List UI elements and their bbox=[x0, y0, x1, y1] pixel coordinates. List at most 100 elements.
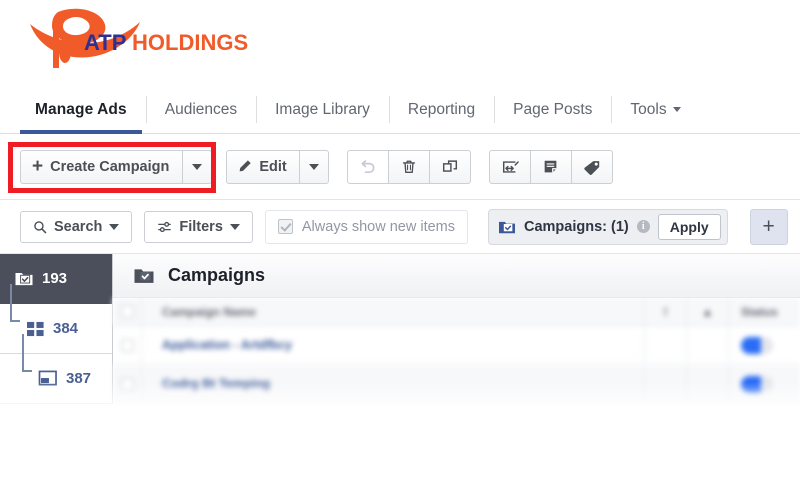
undo-icon bbox=[361, 160, 375, 174]
main-body: 193 384 387 Campaigns Campaign Name ! ▲ … bbox=[0, 254, 800, 500]
filters-button[interactable]: Filters bbox=[144, 210, 253, 243]
search-icon bbox=[34, 220, 47, 233]
column-error-icon: ! bbox=[644, 298, 686, 325]
row-campaign-name-cell[interactable]: Codrg Bt Temping bbox=[141, 365, 644, 403]
sidebar-item-adsets[interactable]: 384 bbox=[0, 284, 112, 354]
campaigns-panel-header: Campaigns bbox=[113, 254, 800, 298]
duplicate-icon bbox=[442, 159, 457, 172]
tab-image-library[interactable]: Image Library bbox=[256, 86, 389, 133]
warning-icon: ! bbox=[663, 304, 668, 319]
ads-manager-screenshot: ATP HOLDINGS Manage Ads Audiences Image … bbox=[0, 0, 800, 500]
column-delivery-icon: ▲ bbox=[686, 298, 728, 325]
edit-button[interactable]: Edit bbox=[226, 149, 300, 184]
campaigns-panel: Campaigns Campaign Name ! ▲ Status Appli… bbox=[113, 254, 800, 409]
tab-label: Manage Ads bbox=[35, 100, 127, 118]
alert-icon: ▲ bbox=[701, 304, 714, 319]
info-icon[interactable]: i bbox=[636, 220, 650, 233]
edit-group: Edit bbox=[226, 149, 329, 184]
export-icon bbox=[502, 160, 519, 173]
sidebar-count-adsets: 384 bbox=[53, 320, 79, 337]
chevron-down-icon bbox=[308, 163, 319, 170]
tab-audiences[interactable]: Audiences bbox=[145, 86, 256, 133]
tab-reporting[interactable]: Reporting bbox=[388, 86, 494, 133]
export-button[interactable] bbox=[488, 149, 531, 184]
sidebar-item-ads[interactable]: 387 bbox=[0, 334, 112, 404]
edit-label: Edit bbox=[259, 158, 287, 175]
ad-screen-icon bbox=[38, 370, 57, 386]
row-error-cell bbox=[644, 365, 686, 403]
notes-button[interactable] bbox=[529, 149, 572, 184]
checkbox-icon[interactable] bbox=[120, 338, 134, 352]
tag-icon bbox=[584, 160, 599, 175]
tab-tools[interactable]: Tools bbox=[611, 86, 699, 133]
search-label: Search bbox=[54, 218, 103, 235]
campaign-folder-icon bbox=[499, 221, 515, 233]
main-nav-tabs: Manage Ads Audiences Image Library Repor… bbox=[0, 86, 800, 134]
chevron-down-icon bbox=[672, 107, 681, 112]
brand-name-secondary: HOLDINGS bbox=[132, 30, 248, 55]
always-show-label: Always show new items bbox=[301, 218, 455, 235]
tree-connector bbox=[22, 334, 32, 372]
row-action-group bbox=[346, 149, 471, 184]
trash-icon bbox=[402, 160, 415, 173]
row-delivery-cell bbox=[686, 365, 728, 403]
row-campaign-name-cell[interactable]: Application - Artdfbcy bbox=[141, 326, 644, 364]
brand-logo: ATP HOLDINGS bbox=[0, 0, 260, 86]
search-button[interactable]: Search bbox=[20, 210, 133, 243]
select-all-checkbox-cell[interactable] bbox=[113, 305, 141, 318]
pencil-icon bbox=[240, 160, 252, 172]
tab-label: Tools bbox=[630, 100, 667, 118]
row-delivery-cell bbox=[686, 326, 728, 364]
tools-action-group bbox=[488, 149, 613, 184]
tab-page-posts[interactable]: Page Posts bbox=[494, 86, 611, 133]
table-row[interactable]: Application - Artdfbcy bbox=[113, 326, 800, 365]
brand-wordmark: ATP HOLDINGS bbox=[84, 30, 248, 55]
plus-icon: + bbox=[32, 156, 44, 177]
create-campaign-button[interactable]: + Create Campaign bbox=[20, 149, 184, 184]
tab-label: Page Posts bbox=[513, 100, 593, 118]
sidebar-count-campaigns: 193 bbox=[42, 270, 68, 287]
create-campaign-dropdown-button[interactable] bbox=[182, 149, 213, 184]
checkbox-icon[interactable] bbox=[120, 305, 134, 318]
add-filter-button[interactable]: + bbox=[749, 208, 788, 245]
delete-button[interactable] bbox=[387, 149, 430, 184]
tab-label: Image Library bbox=[275, 100, 370, 118]
table-row[interactable]: Codrg Bt Temping bbox=[113, 365, 800, 404]
always-show-new-items-toggle[interactable]: Always show new items bbox=[264, 209, 468, 244]
row-status-cell[interactable] bbox=[728, 365, 800, 403]
create-campaign-label: Create Campaign bbox=[50, 158, 170, 175]
campaigns-table: Campaign Name ! ▲ Status Application - A… bbox=[113, 298, 800, 404]
sliders-icon bbox=[158, 221, 172, 232]
chevron-down-icon bbox=[229, 223, 240, 230]
brand-name-primary: ATP bbox=[84, 30, 126, 55]
column-campaign-name[interactable]: Campaign Name bbox=[141, 298, 644, 325]
column-status[interactable]: Status bbox=[728, 298, 800, 325]
tag-button[interactable] bbox=[570, 149, 613, 184]
page-title: Campaigns bbox=[168, 265, 266, 285]
tab-label: Audiences bbox=[164, 100, 238, 118]
tab-label: Reporting bbox=[407, 100, 476, 118]
tab-manage-ads[interactable]: Manage Ads bbox=[16, 86, 146, 134]
notes-icon bbox=[544, 160, 557, 172]
filters-label: Filters bbox=[179, 218, 223, 235]
apply-button[interactable]: Apply bbox=[657, 213, 721, 240]
campaigns-filter-label: Campaigns: (1) bbox=[524, 218, 629, 235]
action-toolbar: + Create Campaign Edit bbox=[0, 134, 800, 200]
row-checkbox-cell[interactable] bbox=[113, 377, 141, 391]
create-campaign-group: + Create Campaign bbox=[20, 149, 213, 184]
checkbox-icon[interactable] bbox=[120, 377, 134, 391]
edit-dropdown-button[interactable] bbox=[298, 149, 329, 184]
row-error-cell bbox=[644, 326, 686, 364]
undo-button[interactable] bbox=[346, 149, 389, 184]
duplicate-button[interactable] bbox=[428, 149, 471, 184]
filter-toolbar: Search Filters Always show new items Cam… bbox=[0, 200, 800, 254]
status-toggle[interactable] bbox=[741, 375, 773, 393]
object-tree-sidebar: 193 384 387 bbox=[0, 254, 113, 404]
status-toggle[interactable] bbox=[741, 336, 773, 354]
tree-connector bbox=[10, 284, 20, 322]
table-header-row: Campaign Name ! ▲ Status bbox=[113, 298, 800, 326]
row-checkbox-cell[interactable] bbox=[113, 338, 141, 352]
campaigns-filter-pill[interactable]: Campaigns: (1) i Apply bbox=[488, 208, 728, 245]
chevron-down-icon bbox=[192, 163, 203, 170]
row-status-cell[interactable] bbox=[728, 326, 800, 364]
